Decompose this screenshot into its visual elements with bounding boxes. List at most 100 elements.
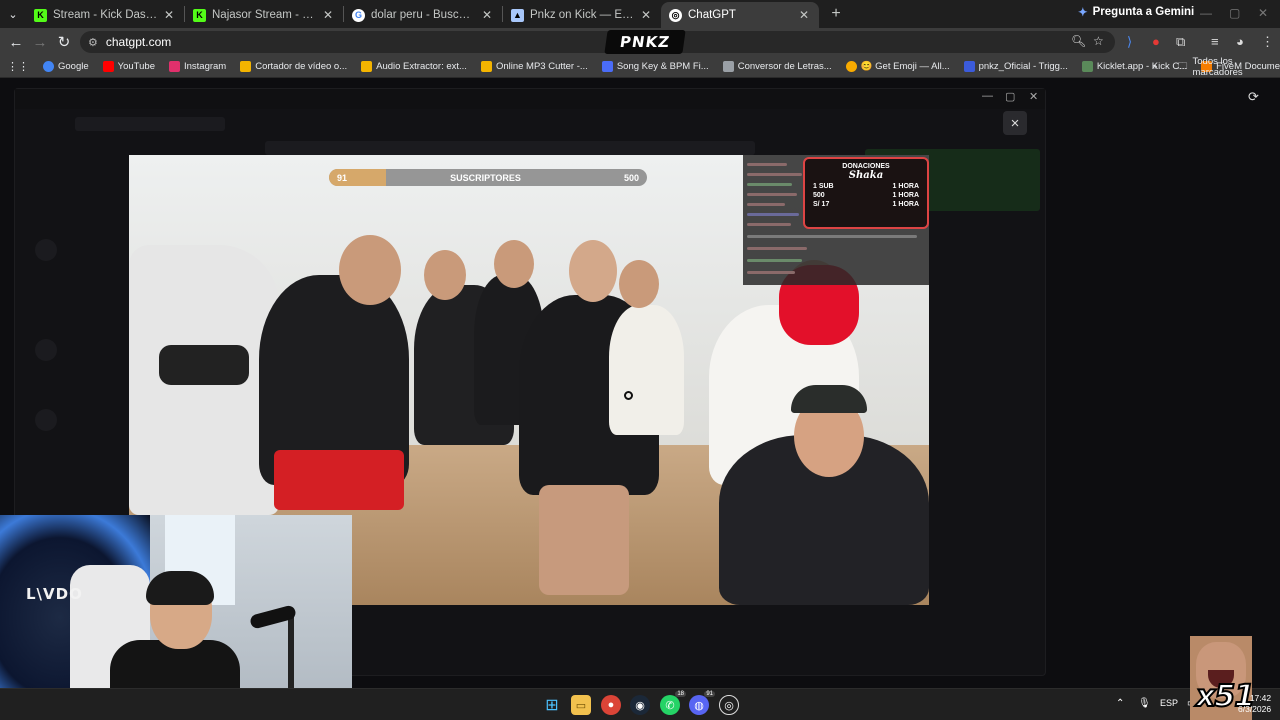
minimize-icon[interactable]: — — [1200, 6, 1212, 20]
maximize-icon[interactable]: ▢ — [1229, 6, 1240, 20]
media-icon[interactable]: ≡ — [1211, 34, 1219, 49]
windows-start-icon[interactable]: ⊞ — [542, 695, 562, 715]
youtube-icon — [102, 61, 114, 72]
tab-0[interactable]: K Stream - Kick Dashboard ✕ — [26, 2, 184, 28]
bookmark-item[interactable]: Cortador de vídeo o... — [233, 61, 354, 72]
close-window-icon[interactable]: ✕ — [1029, 90, 1038, 103]
language-indicator[interactable]: ESP — [1160, 698, 1178, 708]
donation-row: 1 SUB 1 HORA — [805, 183, 927, 190]
donation-row: S/ 17 1 HORA — [805, 201, 927, 208]
forward-icon[interactable]: → — [28, 34, 52, 51]
tab-search-icon[interactable]: ⌄ — [0, 8, 26, 21]
all-bookmarks-button[interactable]: 🗀 Todos los marcadores — [1178, 56, 1280, 78]
gemini-label: Pregunta a Gemini — [1092, 6, 1195, 18]
donation-right: 1 HORA — [892, 192, 919, 199]
tab-1[interactable]: K Najasor Stream - Watch Live on Kick ✕ — [185, 2, 343, 28]
close-tab-icon[interactable]: ✕ — [162, 8, 176, 22]
sync-icon[interactable]: ⟳ — [1248, 89, 1259, 105]
sub-goal-current: 91 — [337, 172, 348, 183]
zoom-icon[interactable]: 🔍︎ — [1071, 34, 1086, 48]
gemini-icon: ✦ — [1078, 7, 1088, 19]
close-lightbox-button[interactable]: × — [1003, 111, 1027, 135]
bookmark-item[interactable]: Google — [36, 61, 96, 72]
bookmark-label: Online MP3 Cutter -... — [495, 61, 588, 72]
bookmark-label: Instagram — [183, 61, 227, 72]
bookmark-item[interactable]: pnkz_Oficial - Trigg... — [957, 61, 1075, 72]
taskbar-clock[interactable]: 17:42 6/3/2026 — [1238, 693, 1271, 715]
chair-pillow — [159, 345, 249, 385]
donation-row: 500 1 HORA — [805, 192, 927, 199]
extension-icon[interactable]: ● — [1152, 34, 1160, 49]
whatsapp-badge: 18 — [675, 691, 686, 697]
kick-icon: K — [193, 8, 206, 22]
bookmark-item[interactable]: Instagram — [162, 61, 233, 72]
bookmark-label: Cortador de vídeo o... — [255, 61, 348, 72]
folder-icon: 🗀 — [1178, 61, 1188, 72]
stream-logo-overlay: PNKZ — [604, 30, 686, 54]
tab-2[interactable]: G dolar peru - Buscar con Google ✕ — [344, 2, 502, 28]
more-bookmarks-icon[interactable]: » — [1145, 61, 1164, 72]
chrome-icon[interactable]: ● — [601, 695, 621, 715]
microphone-tray-icon[interactable]: 🎙︎ — [1138, 698, 1151, 709]
bookmark-label: Kicklet.app - Kick C... — [1096, 61, 1188, 72]
bookmark-label: 😊 Get Emoji — All... — [860, 61, 950, 72]
file-explorer-icon[interactable]: ▭ — [571, 695, 591, 715]
person-head — [619, 260, 659, 308]
site-icon — [361, 61, 373, 72]
close-tab-icon[interactable]: ✕ — [321, 8, 335, 22]
sub-goal-target: 500 — [623, 172, 639, 183]
site-icon — [480, 61, 492, 72]
person-head — [424, 250, 466, 300]
cap — [791, 385, 867, 413]
bookmark-label: YouTube — [117, 61, 155, 72]
site-icon — [240, 61, 252, 72]
instagram-icon — [168, 61, 180, 72]
reload-icon[interactable]: ↻ — [52, 33, 76, 51]
steam-icon[interactable]: ◉ — [630, 695, 650, 715]
tab-4[interactable]: ◎ ChatGPT ✕ — [661, 2, 819, 28]
chatgpt-app-icon[interactable]: ◎ — [719, 695, 739, 715]
donation-right: 1 HORA — [892, 183, 919, 190]
close-tab-icon[interactable]: ✕ — [639, 8, 653, 22]
avatar[interactable]: ◕ — [1236, 34, 1244, 49]
maximize-icon[interactable]: ▢ — [1005, 90, 1015, 103]
bookmark-star-icon[interactable]: ☆ — [1093, 34, 1104, 48]
extension-icon[interactable]: ⟩ — [1127, 34, 1132, 50]
bookmark-label: Song Key & BPM Fi... — [616, 61, 709, 72]
tab-3[interactable]: ▲ Pnkz on Kick — Engagement Analytics ✕ — [503, 2, 661, 28]
address-bar[interactable]: ⚙ chatgpt.com 🔍︎ ☆ — [80, 31, 1115, 53]
apps-icon[interactable]: ⋮⋮ — [0, 60, 36, 73]
person-shorts — [274, 450, 404, 510]
tray-overflow-icon[interactable]: ⌃ — [1116, 698, 1124, 709]
bookmark-item[interactable]: Kicklet.app - Kick C... — [1075, 61, 1194, 72]
person-head — [339, 235, 401, 305]
bookmark-label: Audio Extractor: ext... — [376, 61, 467, 72]
close-tab-icon[interactable]: ✕ — [480, 8, 494, 22]
extensions-puzzle-icon[interactable]: ⧉ — [1176, 34, 1185, 50]
back-icon[interactable]: ← — [4, 34, 28, 51]
streamer-hair — [146, 571, 214, 605]
menu-icon[interactable]: ⋮ — [1261, 34, 1274, 50]
site-info-icon[interactable]: ⚙ — [88, 36, 98, 49]
new-tab-icon[interactable]: + — [825, 5, 847, 23]
tab-title: Najasor Stream - Watch Live on Kick — [212, 9, 317, 21]
gemini-button[interactable]: ✦ Pregunta a Gemini — [1078, 5, 1194, 19]
site-icon — [963, 61, 975, 72]
tab-title: dolar peru - Buscar con Google — [371, 9, 476, 21]
whatsapp-icon[interactable]: ✆ 18 — [660, 691, 686, 715]
bookmark-item[interactable]: Online MP3 Cutter -... — [474, 61, 595, 72]
discord-icon[interactable]: ◍ 91 — [689, 691, 715, 715]
close-window-icon[interactable]: ✕ — [1258, 6, 1268, 20]
donations-panel: DONACIONES Shaka 1 SUB 1 HORA 500 1 HORA S… — [803, 157, 929, 229]
minimize-icon[interactable]: — — [982, 90, 993, 102]
sub-goal-label: SUSCRIPTORES — [450, 172, 521, 183]
clock-date: 6/3/2026 — [1238, 704, 1272, 714]
bookmark-item[interactable]: Song Key & BPM Fi... — [595, 61, 716, 72]
bookmark-item[interactable]: Conversor de Letras... — [716, 61, 839, 72]
bookmark-item[interactable]: Audio Extractor: ext... — [354, 61, 474, 72]
bookmark-item[interactable]: 😊 Get Emoji — All... — [839, 61, 957, 72]
donation-left: 500 — [813, 192, 825, 199]
close-tab-icon[interactable]: ✕ — [797, 8, 811, 22]
bookmark-item[interactable]: YouTube — [96, 61, 162, 72]
donations-title: DONACIONES — [842, 163, 890, 170]
